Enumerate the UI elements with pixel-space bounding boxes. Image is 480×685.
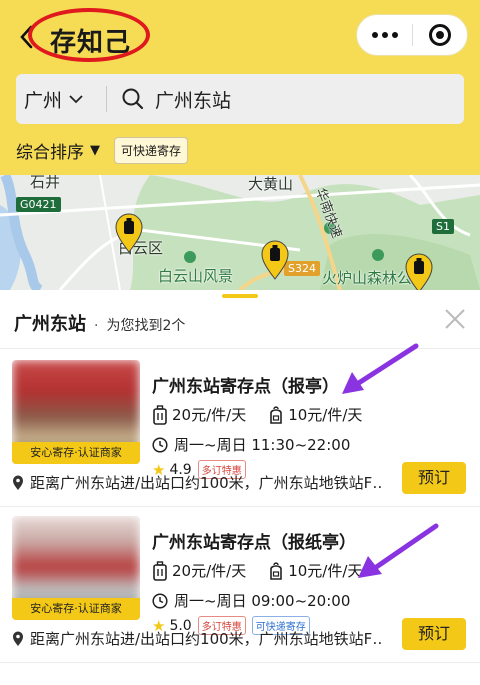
book-button[interactable]: 预订 [402,462,466,494]
address-row: 距离广州东站进/出站口约100米，广州东站地铁站F… [12,472,382,493]
opening-hours: 周一~周日 09:00~20:00 [152,590,350,611]
storage-name: 广州东站寄存点（报亭） [152,377,339,397]
certified-tag: 安心寄存·认证商家 [12,598,140,620]
map-view[interactable]: 石井 大黄山 白云区 白云山风景 火炉山森林公 华南快速 G0421 S324 … [0,175,480,290]
price-small: 10元/件/天 [268,404,362,425]
clock-icon [152,592,168,609]
luggage-pin-icon[interactable] [114,213,144,253]
opening-hours: 周一~周日 11:30~22:00 [152,434,350,455]
address-text: 距离广州东站进/出站口约100米，广州东站地铁站F… [30,474,382,492]
separator-dot: · [94,318,99,334]
mini-program-capsule [356,14,468,56]
address-text: 距离广州东站进/出站口约100米，广州东站地铁站F… [30,630,382,648]
luggage-pin-icon[interactable] [260,240,290,280]
results-location: 广州东站 [14,314,86,335]
map-label-huolushan: 火炉山森林公 [322,269,413,287]
map-label-shijing: 石井 [30,175,61,191]
annotation-arrow [358,523,439,578]
search-bar: 广州 [16,74,464,124]
backpack-icon [270,405,283,424]
luggage-pin-icon[interactable] [404,253,434,290]
price-large-text: 20元/件/天 [172,562,247,580]
map-label-baiyunshan: 白云山风景 [158,267,234,285]
results-header: 广州东站 · 为您找到2个 [14,310,185,336]
clock-icon [152,436,168,453]
city-label: 广州 [24,89,63,112]
title-highlight-circle [28,8,150,62]
road-badge-s1: S1 [432,219,454,234]
suitcase-icon [153,404,167,425]
price-large-text: 20元/件/天 [172,406,247,424]
drag-handle[interactable] [222,294,258,298]
location-pin-icon [13,631,23,646]
map-label-dahuangshan: 大黄山 [248,175,294,193]
storage-name: 广州东站寄存点（报纸亭） [152,533,356,553]
book-button[interactable]: 预订 [402,618,466,650]
header: 存知己 广州 综合排序 ▼ 可快递寄存 [0,0,480,175]
express-storage-filter-chip[interactable]: 可快递寄存 [114,136,189,164]
caret-down-icon: ▼ [90,142,100,158]
search-divider [106,86,107,112]
chevron-down-icon [69,95,83,104]
sort-label: 综合排序 [16,142,84,163]
storage-photo: 安心寄存·认证商家 [12,360,140,464]
results-count: 为您找到2个 [106,318,186,334]
hours-text: 周一~周日 09:00~20:00 [174,592,351,610]
address-row: 距离广州东站进/出站口约100米，广州东站地铁站F… [12,628,382,649]
price-large: 20元/件/天 [152,560,246,581]
location-pin-icon [13,475,23,490]
certified-tag: 安心寄存·认证商家 [12,442,140,464]
more-dots-icon[interactable] [357,14,412,56]
target-close-icon[interactable] [413,14,467,56]
sort-dropdown[interactable]: 综合排序 ▼ [16,138,100,163]
divider [0,662,480,663]
search-input[interactable] [155,88,435,110]
price-small-text: 10元/件/天 [288,406,363,424]
road-badge-g0421: G0421 [16,197,61,212]
close-x-icon[interactable] [440,304,470,334]
filter-row: 综合排序 ▼ 可快递寄存 [16,136,189,164]
price-row: 20元/件/天 10元/件/天 [152,560,362,581]
search-icon [122,88,144,110]
annotation-arrow [342,343,419,394]
price-large: 20元/件/天 [152,404,246,425]
backpack-icon [270,561,283,580]
divider [0,506,480,507]
hours-text: 周一~周日 11:30~22:00 [174,436,351,454]
suitcase-icon [153,560,167,581]
price-row: 20元/件/天 10元/件/天 [152,404,362,425]
city-selector[interactable]: 广州 [16,74,106,124]
storage-photo: 安心寄存·认证商家 [12,516,140,620]
